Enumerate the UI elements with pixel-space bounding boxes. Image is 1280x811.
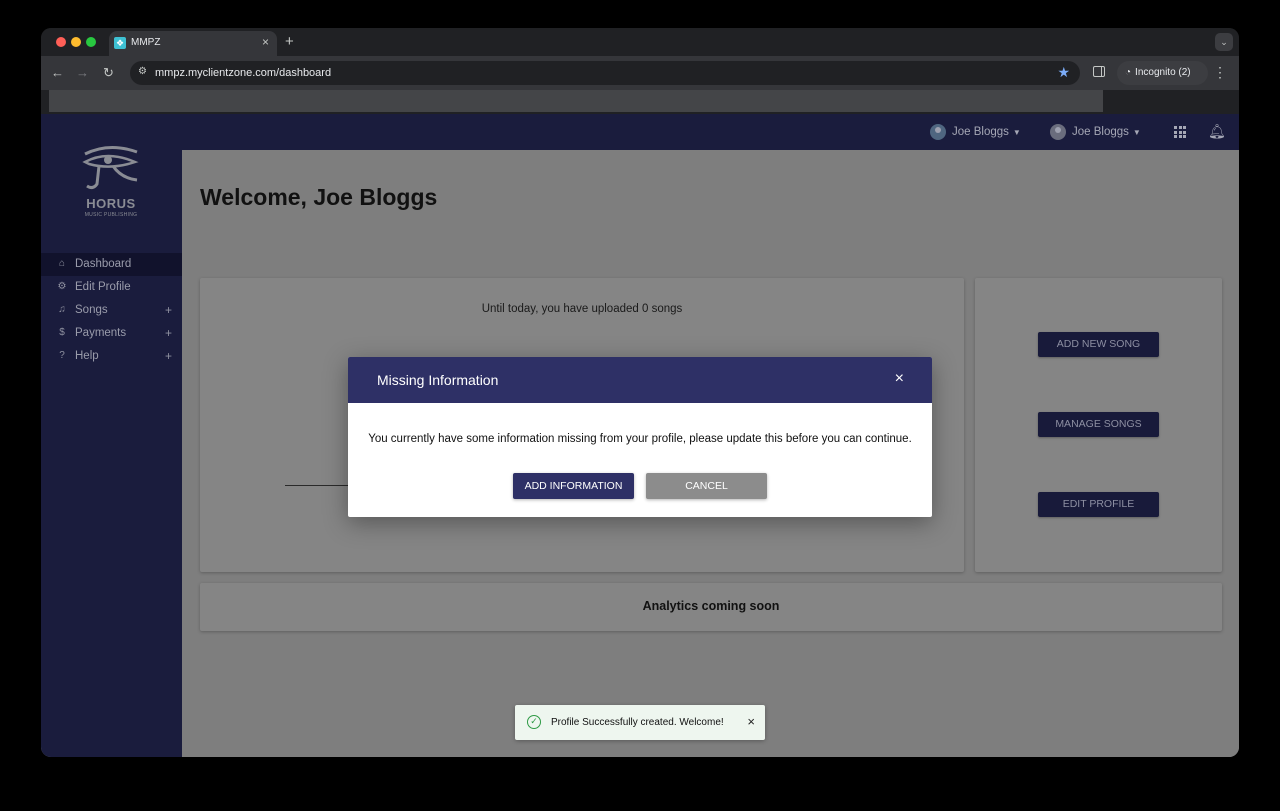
horus-logo[interactable]: HORUS MUSIC PUBLISHING	[75, 144, 147, 220]
maximize-window-button[interactable]	[86, 37, 96, 47]
new-tab-button[interactable]: +	[285, 33, 294, 50]
user-menu-2[interactable]: Joe Bloggs ▼	[1050, 124, 1141, 140]
toast-message: Profile Successfully created. Welcome!	[551, 717, 724, 728]
tab-close-icon[interactable]: ×	[262, 35, 269, 49]
caret-down-icon: ▼	[1012, 127, 1021, 137]
user-name: Joe Bloggs	[952, 126, 1009, 139]
avatar	[1050, 124, 1066, 140]
back-arrow-icon[interactable]: ←	[51, 65, 64, 80]
uploaded-count-text: Until today, you have uploaded 0 songs	[481, 303, 683, 315]
expand-plus-icon[interactable]: +	[165, 322, 172, 344]
close-icon[interactable]: ×	[895, 370, 904, 388]
tab-title: MMPZ	[131, 37, 161, 48]
sidebar-item-edit-profile[interactable]: ⚙ Edit Profile	[41, 276, 182, 299]
forward-arrow-icon[interactable]: →	[76, 65, 89, 80]
browser-window: ❖ MMPZ × + ⌄ ← → ↻ ⚙ mmpz.myclientzone.c…	[41, 28, 1239, 757]
tab-strip: ❖ MMPZ × + ⌄	[41, 28, 1239, 56]
favicon-icon: ❖	[114, 37, 126, 49]
site-info-icon[interactable]: ⚙	[138, 66, 147, 77]
sidebar-item-label: Help	[75, 350, 99, 362]
top-navbar: Joe Bloggs ▼ Joe Bloggs ▼ 🔔︎	[182, 114, 1239, 150]
sidebar-item-dashboard[interactable]: ⌂ Dashboard	[41, 253, 182, 276]
page-viewport: HORUS MUSIC PUBLISHING ⌂ Dashboard ⚙ Edi…	[41, 114, 1239, 757]
browser-toolbar: ← → ↻ ⚙ mmpz.myclientzone.com/dashboard …	[41, 56, 1239, 90]
dollar-icon: $	[59, 327, 65, 338]
success-toast: ✓ Profile Successfully created. Welcome!…	[515, 705, 765, 740]
sidebar: HORUS MUSIC PUBLISHING ⌂ Dashboard ⚙ Edi…	[41, 114, 182, 757]
add-new-song-button[interactable]: ADD NEW SONG	[1038, 332, 1159, 357]
modal-header: Missing Information ×	[348, 357, 932, 403]
sidebar-item-help[interactable]: ? Help +	[41, 345, 182, 368]
browser-menu-icon[interactable]: ⋮	[1213, 64, 1227, 81]
user-gear-icon: ⚙	[57, 281, 67, 292]
close-icon[interactable]: ×	[747, 714, 755, 729]
side-panel-icon[interactable]	[1093, 66, 1105, 77]
music-library-icon: ♫	[58, 304, 66, 315]
incognito-badge[interactable]: ◔ Incognito (2)	[1117, 61, 1208, 85]
incognito-icon: ◔	[1125, 67, 1132, 78]
expand-plus-icon[interactable]: +	[165, 299, 172, 321]
manage-songs-button[interactable]: MANAGE SONGS	[1038, 412, 1159, 437]
url-text[interactable]: mmpz.myclientzone.com/dashboard	[155, 67, 331, 79]
add-information-button[interactable]: ADD INFORMATION	[513, 473, 634, 499]
caret-down-icon: ▼	[1132, 127, 1141, 137]
sidebar-nav: ⌂ Dashboard ⚙ Edit Profile ♫ Songs + $ P…	[41, 253, 182, 368]
avatar	[930, 124, 946, 140]
cancel-button[interactable]: CANCEL	[646, 473, 767, 499]
user-name: Joe Bloggs	[1072, 126, 1129, 139]
modal-title: Missing Information	[377, 372, 499, 388]
sidebar-item-label: Dashboard	[75, 258, 132, 270]
chart-baseline	[285, 485, 355, 486]
notification-bell-icon[interactable]: 🔔︎	[1208, 123, 1226, 140]
sidebar-item-label: Edit Profile	[75, 281, 131, 293]
close-window-button[interactable]	[56, 37, 66, 47]
home-icon: ⌂	[58, 258, 66, 269]
sidebar-item-payments[interactable]: $ Payments +	[41, 322, 182, 345]
edit-profile-button[interactable]: EDIT PROFILE	[1038, 492, 1159, 517]
actions-card: ADD NEW SONG MANAGE SONGS EDIT PROFILE	[975, 278, 1222, 572]
question-icon: ?	[59, 350, 65, 361]
address-bar[interactable]: ⚙ mmpz.myclientzone.com/dashboard ★	[130, 61, 1080, 85]
user-menu-1[interactable]: Joe Bloggs ▼	[930, 124, 1021, 140]
logo-text: HORUS	[86, 196, 136, 211]
incognito-label: Incognito (2)	[1135, 67, 1191, 78]
modal-message: You currently have some information miss…	[368, 433, 912, 445]
page-title: Welcome, Joe Bloggs	[200, 184, 438, 210]
expand-plus-icon[interactable]: +	[165, 345, 172, 367]
missing-information-modal: Missing Information × You currently have…	[348, 357, 932, 517]
tab-search-button[interactable]: ⌄	[1215, 33, 1233, 51]
reload-icon[interactable]: ↻	[103, 65, 114, 81]
sidebar-item-label: Payments	[75, 327, 127, 339]
analytics-text: Analytics coming soon	[642, 599, 780, 613]
analytics-card: Analytics coming soon	[200, 583, 1222, 631]
bookmarks-bar	[49, 90, 1103, 112]
check-circle-icon: ✓	[527, 715, 541, 729]
logo-subtext: MUSIC PUBLISHING	[84, 212, 138, 218]
bookmark-star-icon[interactable]: ★	[1057, 64, 1070, 81]
sidebar-item-label: Songs	[75, 304, 108, 316]
apps-grid-icon[interactable]	[1174, 126, 1186, 138]
browser-tab[interactable]: ❖ MMPZ ×	[109, 31, 277, 56]
minimize-window-button[interactable]	[71, 37, 81, 47]
sidebar-item-songs[interactable]: ♫ Songs +	[41, 299, 182, 322]
eye-of-horus-icon	[82, 146, 139, 190]
